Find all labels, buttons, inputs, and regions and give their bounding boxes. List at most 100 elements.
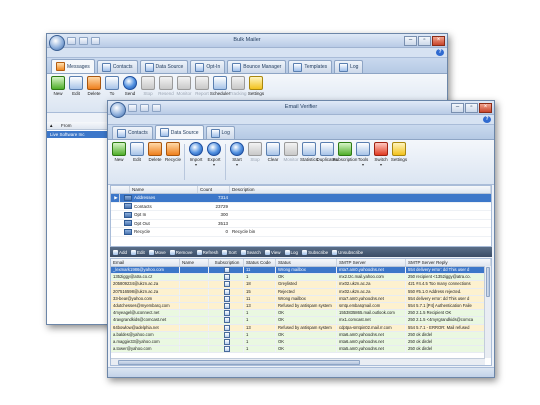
delete-button[interactable]: Delete [86,76,102,110]
tab-opt-in[interactable]: Opt-In [190,60,226,73]
ev-tabs: Contacts Data Source Log [108,125,494,140]
table-row[interactable]: 64bowlow@adelphia.net 13 Refused by antisp… [111,324,491,332]
subscription-checkbox[interactable] [224,274,230,281]
table-row[interactable]: Opt In 300 [111,211,491,220]
tools-icon [356,142,370,156]
chevron-down-icon: ▾ [194,162,197,167]
close-button[interactable]: × [479,103,492,113]
table-row[interactable]: Contacts 23729 [111,203,491,211]
table-row[interactable]: ▶ Addresses 7314 [111,194,491,203]
log-icon [339,62,349,72]
table-row[interactable]: 4ravgrandkids@comcast.net 1 OK mx1.comcast.… [111,317,491,325]
table-row[interactable]: 1352iggy@atra.co.cz 1 OK mx2.tzc.mail.yahoo… [111,274,491,282]
table-row[interactable]: Opt Out 3513 [111,220,491,228]
subscription-checkbox[interactable] [224,324,230,331]
tab-templates[interactable]: Templates [288,60,333,73]
remove-button[interactable]: Remove [169,249,193,255]
subscription-checkbox[interactable] [224,310,230,317]
bulk-titlebar[interactable]: Bulk Mailer – ▫ × [47,34,447,48]
table-row[interactable]: Recycle 0 Recycle bin [111,228,491,237]
subscription-checkbox[interactable] [224,346,230,353]
stop-icon [248,142,262,156]
cell-status: OK [276,346,337,353]
subscription-checkbox[interactable] [224,267,230,273]
app-menu-orb[interactable] [49,35,65,51]
edit-button[interactable]: Edit [129,142,145,182]
table-row[interactable]: a.baldes@yahoo.com 1 OK mta6.am0.yahoodns.n… [111,331,491,339]
table-row[interactable]: _lexmark1986@yahoo.com 11 Wrong mailbox mta… [111,267,491,275]
table-row[interactable]: 4myeagel@uconnect.net 1 OK 1553835865.mail.… [111,310,491,318]
table-row[interactable]: 205809234@ukzn.ac.za 18 Greylisted mx02.ukz… [111,281,491,289]
help-icon[interactable]: ? [436,49,444,56]
subscription-checkbox[interactable] [224,331,230,338]
subscription-checkbox[interactable] [224,288,230,295]
duplicates-button[interactable]: Duplicates [317,142,338,182]
subscription-checkbox[interactable] [224,302,230,309]
table-row[interactable]: 207516598@ukzn.ac.za 15 Rejected mx02.ukzn.… [111,288,491,296]
minimize-button[interactable]: – [451,103,464,113]
tab-bounce-manager[interactable]: Bounce Manager [227,60,287,73]
maximize-button[interactable]: ▫ [465,103,478,113]
refresh-button[interactable]: Refresh [196,249,218,255]
log-button[interactable]: Log [284,249,298,255]
row-pointer-icon: ▶ [111,194,120,202]
ev-titlebar[interactable]: Email Verifier – ▫ × [108,101,494,115]
edit-button[interactable]: Edit [68,76,84,110]
help-icon[interactable]: ? [483,116,491,123]
table-row[interactable]: a.tower@yahoo.com 1 OK mta5.am0.yahoodns.ne… [111,346,491,354]
move-button[interactable]: Move [148,249,166,255]
app-menu-orb[interactable] [110,102,126,118]
tab-data-source[interactable]: Data Source [154,125,204,139]
delete-button[interactable]: Delete [147,142,163,182]
subscription-checkbox[interactable] [224,338,230,345]
tracking-icon [231,76,245,90]
vertical-scrollbar[interactable] [484,266,491,358]
scroll-thumb[interactable] [118,360,360,365]
cell-code: 13 [244,324,276,331]
cell-smtp: 1553835865.mail.outlook.com [337,310,406,317]
cell-name [180,317,209,324]
close-button[interactable]: × [432,36,445,46]
switch-button[interactable]: Switch ▾ [373,142,389,182]
cell-reply: 250 ok dirdel [406,346,491,353]
tab-log[interactable]: Log [334,60,364,73]
settings-button[interactable]: Settings [391,142,407,182]
clear-button[interactable]: Clear [265,142,281,182]
tab-data-source[interactable]: Data Source [139,60,189,73]
monitor-button[interactable]: Monitor [283,142,299,182]
tab-messages[interactable]: Messages [51,59,95,73]
table-row[interactable]: a.maggie33@yahoo.com 1 OK mta6.am0.yahoodns… [111,338,491,347]
subscription-checkbox[interactable] [224,295,230,302]
tab-contacts[interactable]: Contacts [112,126,153,139]
view-button[interactable]: View [264,249,281,255]
recycle-button[interactable]: Recycle [165,142,181,182]
tab-log[interactable]: Log [205,126,235,139]
minimize-button[interactable]: – [404,36,417,46]
resend-icon [159,76,173,90]
horizontal-scrollbar[interactable] [111,358,485,365]
subscription-checkbox[interactable] [224,317,230,324]
scroll-thumb[interactable] [486,267,490,297]
tools-button[interactable]: Tools ▾ [355,142,371,182]
import-button[interactable]: Import ▾ [188,142,204,182]
cell-subscription [209,310,244,317]
sort-button[interactable]: Sort [222,249,237,255]
new-button[interactable]: New [111,142,127,182]
subscription-button[interactable]: Subscription [333,142,357,182]
table-row[interactable]: 4dutchesses@myembarq.com 13 Refused by ant… [111,302,491,311]
add-button[interactable]: Add [113,249,127,255]
statistics-button[interactable]: Statistics [300,142,318,182]
table-row[interactable]: 33-bear@yahoo.com 11 Wrong mailbox mta7.am0… [111,295,491,303]
stop-button[interactable]: Stop [247,142,263,182]
tab-contacts[interactable]: Contacts [96,60,138,73]
cell-reply: 554 delivery error: dd This user d [406,295,491,302]
start-button[interactable]: Start ▾ [229,142,245,182]
export-button[interactable]: Export ▾ [206,142,222,182]
subscription-checkbox[interactable] [224,281,230,288]
maximize-button[interactable]: ▫ [418,36,431,46]
subscribe-button[interactable]: Subscribe [302,249,328,255]
search-button[interactable]: Search [240,249,261,255]
unsubscribe-button[interactable]: Unsubscribe [332,249,363,255]
new-button[interactable]: New [50,76,66,110]
edit-button[interactable]: Edit [131,249,145,255]
